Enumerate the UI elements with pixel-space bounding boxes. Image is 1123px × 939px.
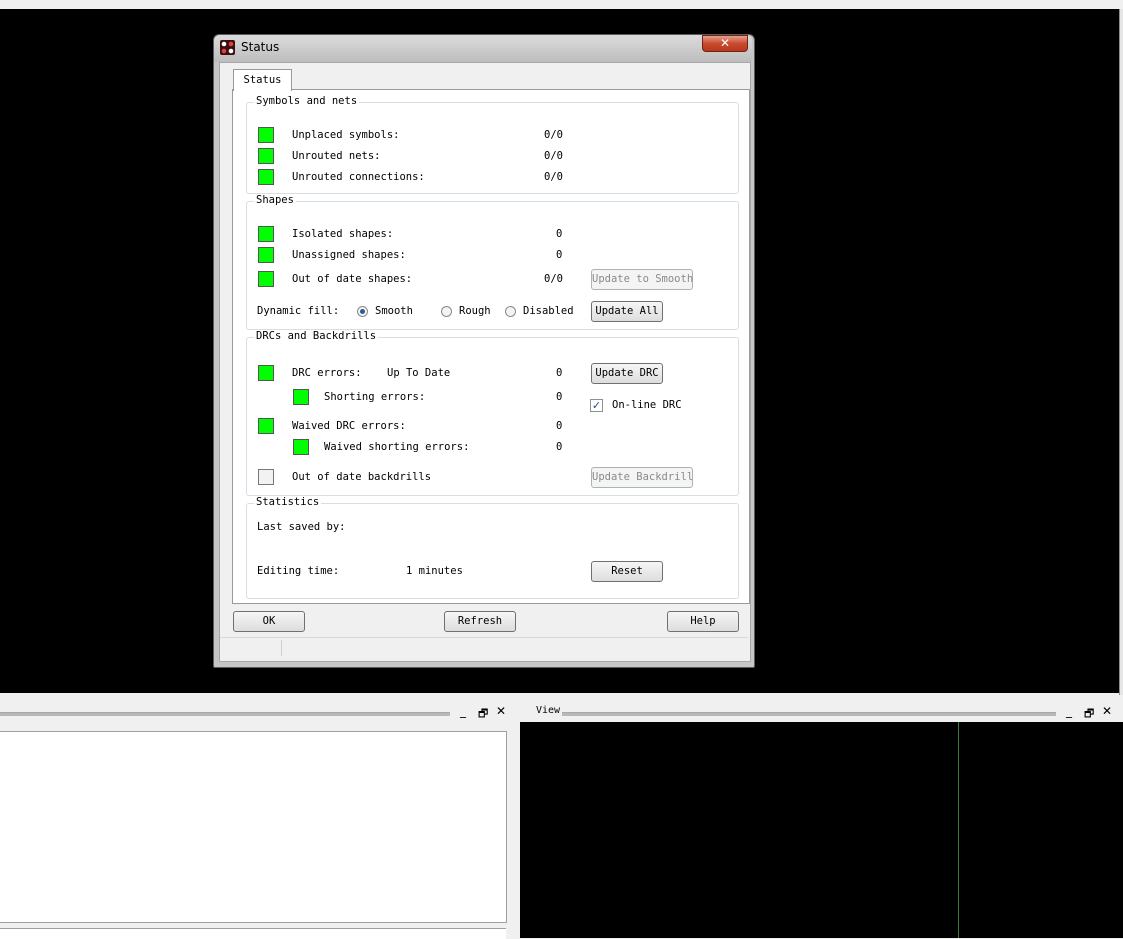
radio-disabled[interactable] (505, 306, 516, 317)
app-icon (220, 40, 235, 55)
view-pane-titlebar: View _ 🗗 ✕ (520, 704, 1123, 722)
unrouted-connections-label: Unrouted connections: (292, 171, 425, 183)
last-saved-label: Last saved by: (257, 521, 346, 533)
unassigned-shapes-label: Unassigned shapes: (292, 249, 406, 261)
close-icon[interactable]: ✕ (1102, 704, 1112, 718)
editing-time-label: Editing time: (257, 565, 340, 577)
radio-disabled-label[interactable]: Disabled (523, 305, 574, 317)
status-indicator (258, 127, 274, 143)
drc-status: Up To Date (387, 367, 451, 379)
waived-drc-value: 0 (556, 420, 563, 432)
unassigned-shapes-value: 0 (556, 249, 563, 261)
radio-rough-label[interactable]: Rough (459, 305, 491, 317)
dialog-title: Status (241, 40, 280, 54)
restore-icon[interactable]: 🗗 (478, 705, 488, 724)
status-indicator (258, 226, 274, 242)
status-indicator (258, 247, 274, 263)
status-indicator (258, 169, 274, 185)
dialog-close-button[interactable]: ✕ (702, 35, 748, 52)
radio-smooth-label[interactable]: Smooth (375, 305, 413, 317)
left-pane-footer (0, 928, 506, 939)
pane-grip[interactable] (562, 712, 1056, 716)
refresh-button[interactable]: Refresh (444, 611, 516, 632)
status-indicator (293, 439, 309, 455)
waived-drc-label: Waived DRC errors: (292, 420, 406, 432)
backdrills-label: Out of date backdrills (292, 471, 432, 483)
close-icon[interactable]: ✕ (496, 704, 506, 718)
left-pane-titlebar: _ 🗗 ✕ (0, 704, 515, 722)
status-strip-separator (281, 640, 282, 656)
view-marker-line (958, 722, 959, 938)
group-title: Symbols and nets (254, 95, 360, 107)
help-button[interactable]: Help (667, 611, 739, 632)
out-of-date-shapes-value: 0/0 (544, 273, 563, 285)
dynamic-fill-label: Dynamic fill: (257, 305, 340, 317)
view-pane-canvas[interactable] (520, 722, 1123, 938)
unrouted-connections-value: 0/0 (544, 171, 563, 183)
minimize-icon[interactable]: _ (460, 704, 466, 718)
online-drc-checkbox[interactable]: ✓ (590, 399, 603, 412)
status-indicator (293, 389, 309, 405)
unplaced-symbols-label: Unplaced symbols: (292, 129, 400, 141)
left-pane-content[interactable] (0, 731, 507, 923)
view-pane-title: View (536, 705, 561, 716)
waived-shorting-label: Waived shorting errors: (324, 441, 470, 453)
update-all-button[interactable]: Update All (591, 301, 663, 322)
status-indicator (258, 148, 274, 164)
group-title: DRCs and Backdrills (254, 330, 379, 342)
reset-button[interactable]: Reset (591, 561, 663, 582)
shorting-errors-label: Shorting errors: (324, 391, 426, 403)
update-drc-button[interactable]: Update DRC (591, 363, 663, 384)
right-edge-scrollbar[interactable] (1119, 9, 1123, 695)
status-strip-divider (220, 637, 748, 638)
isolated-shapes-value: 0 (556, 228, 563, 240)
update-to-smooth-button[interactable]: Update to Smooth (591, 269, 693, 290)
out-of-date-shapes-label: Out of date shapes: (292, 273, 413, 285)
unrouted-nets-value: 0/0 (544, 150, 563, 162)
group-title: Shapes (254, 194, 296, 206)
ok-button[interactable]: OK (233, 611, 305, 632)
group-title: Statistics (254, 496, 322, 508)
status-indicator (258, 469, 274, 485)
unrouted-nets-label: Unrouted nets: (292, 150, 381, 162)
status-indicator (258, 418, 274, 434)
radio-rough[interactable] (441, 306, 452, 317)
editing-time-value: 1 minutes (406, 565, 463, 577)
online-drc-label[interactable]: On-line DRC (612, 399, 682, 411)
minimize-icon[interactable]: _ (1066, 704, 1072, 718)
pane-grip[interactable] (0, 712, 450, 716)
radio-smooth[interactable] (357, 306, 368, 317)
status-indicator (258, 271, 274, 287)
update-backdrill-button[interactable]: Update Backdrill (591, 467, 693, 488)
tab-status[interactable]: Status (233, 69, 292, 91)
statistics-group (246, 503, 739, 599)
shorting-errors-value: 0 (556, 391, 563, 403)
waived-shorting-value: 0 (556, 441, 563, 453)
status-indicator (258, 365, 274, 381)
dialog-titlebar[interactable] (214, 35, 752, 62)
isolated-shapes-label: Isolated shapes: (292, 228, 394, 240)
drc-errors-value: 0 (556, 367, 563, 379)
drc-errors-label: DRC errors: (292, 367, 362, 379)
unplaced-symbols-value: 0/0 (544, 129, 563, 141)
